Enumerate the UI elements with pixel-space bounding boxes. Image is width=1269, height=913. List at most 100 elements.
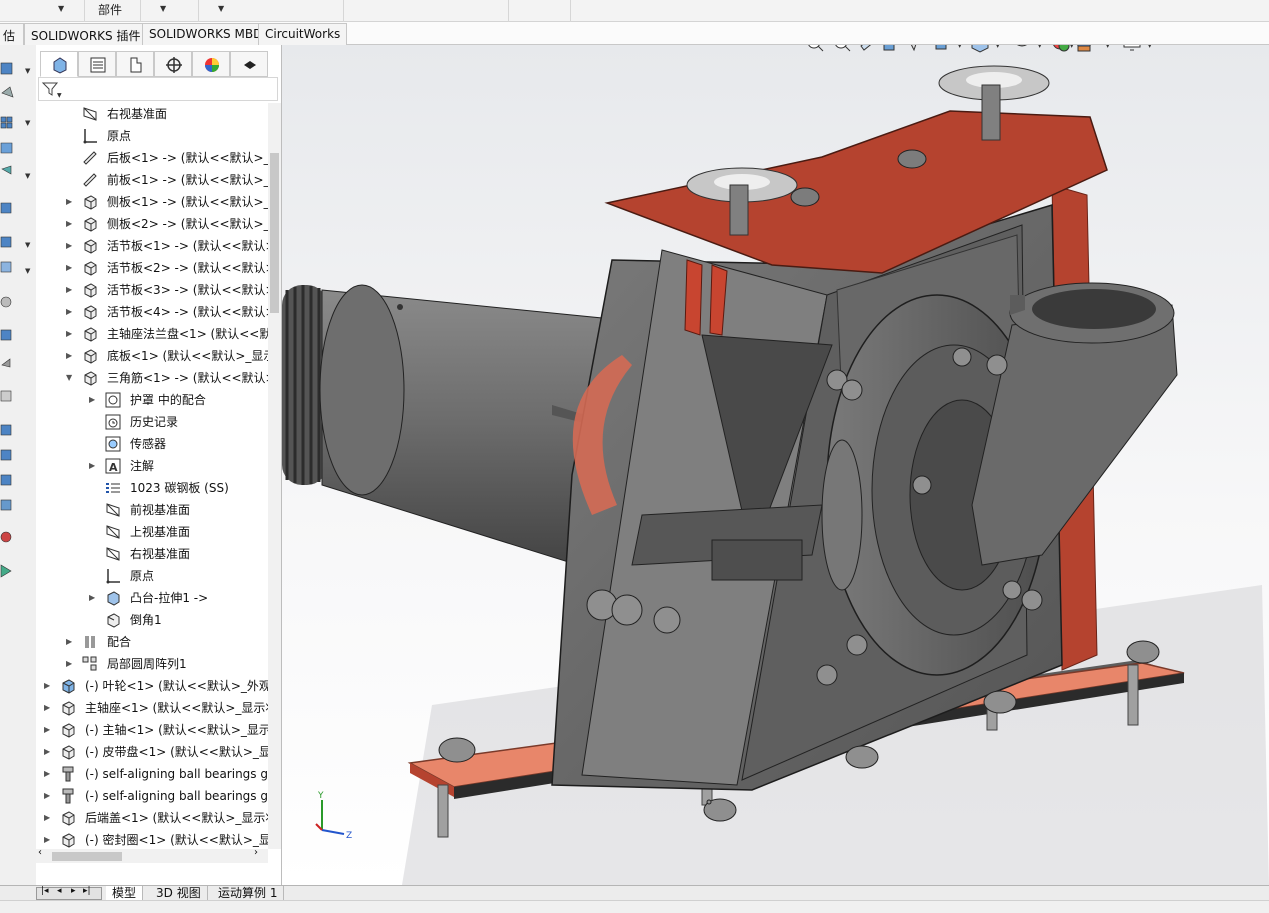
scroll-right-arrow-icon[interactable]: › xyxy=(254,847,258,858)
tool-icon[interactable] xyxy=(0,424,12,436)
tree-row[interactable]: 传感器 xyxy=(36,433,268,455)
tree-vertical-scrollbar[interactable] xyxy=(268,103,281,849)
scroll-left-arrow-icon[interactable]: ‹ xyxy=(38,847,42,858)
tree-row[interactable]: 原点 xyxy=(36,565,268,587)
expand-right-arrow-icon[interactable]: ▶ xyxy=(89,455,95,477)
tree-row[interactable]: 1023 碳钢板 (SS) xyxy=(36,477,268,499)
tree-row[interactable]: ▶ 主轴座法兰盘<1> (默认<<默 xyxy=(36,323,268,345)
tree-row[interactable]: ▶ (-) self-aligning ball bearings gb xyxy=(36,763,268,785)
tree-row[interactable]: 上视基准面 xyxy=(36,521,268,543)
zoom-to-area-icon[interactable] xyxy=(835,45,851,52)
assembly-features-icon[interactable] xyxy=(0,202,12,214)
bill-of-materials-icon[interactable] xyxy=(0,296,12,308)
hide-show-items-icon[interactable] xyxy=(1014,45,1030,47)
expand-right-arrow-icon[interactable]: ▶ xyxy=(66,257,72,279)
prev-tab-arrow-icon[interactable]: ◂ xyxy=(57,886,62,896)
pattern-icon[interactable] xyxy=(0,116,7,123)
tree-row[interactable]: ▶ (-) 叶轮<1> (默认<<默认>_外观 xyxy=(36,675,268,697)
tree-row[interactable]: ▶ 活节板<3> -> (默认<<默认> xyxy=(36,279,268,301)
dropdown-arrow-icon[interactable]: ▼ xyxy=(25,172,31,180)
view-settings-icon[interactable] xyxy=(1123,45,1141,51)
tree-row[interactable]: 历史记录 xyxy=(36,411,268,433)
expand-right-arrow-icon[interactable]: ▶ xyxy=(66,191,72,213)
tab-truncated[interactable]: 估 xyxy=(0,23,24,45)
move-component-icon[interactable] xyxy=(0,142,13,154)
model-render[interactable]: Y Z xyxy=(282,45,1269,885)
tree-row[interactable]: ▶ 底板<1> (默认<<默认>_显示 xyxy=(36,345,268,367)
display-style-icon[interactable] xyxy=(971,45,989,53)
tree-row[interactable]: ▶ 主轴座<1> (默认<<默认>_显示状 xyxy=(36,697,268,719)
expand-right-arrow-icon[interactable]: ▶ xyxy=(44,763,50,785)
tree-row[interactable]: ▶ 活节板<2> -> (默认<<默认> xyxy=(36,257,268,279)
tree-row[interactable]: ▼ 三角筋<1> -> (默认<<默认> xyxy=(36,367,268,389)
tree-row[interactable]: 倒角1 xyxy=(36,609,268,631)
tree-horizontal-scrollbar[interactable]: ‹ › xyxy=(36,847,268,863)
tree-row[interactable]: ▶ 活节板<4> -> (默认<<默认> xyxy=(36,301,268,323)
new-motion-study-icon[interactable] xyxy=(0,261,12,273)
tree-row[interactable]: ▶ (-) 皮带盘<1> (默认<<默认>_显示 xyxy=(36,741,268,763)
tree-row[interactable]: 右视基准面 xyxy=(36,103,268,125)
reference-geometry-icon[interactable] xyxy=(0,236,12,248)
tree-row[interactable]: 右视基准面 xyxy=(36,543,268,565)
heads-up-view-toolbar[interactable]: ▼ ▼ ▼ ▼ ▼ ▼ xyxy=(804,45,1164,58)
tab-configuration-manager[interactable] xyxy=(116,51,154,77)
dropdown-arrow-icon[interactable]: ▼ xyxy=(58,4,64,13)
tab-property-manager[interactable] xyxy=(78,51,116,77)
tree-row[interactable]: ▶ (-) self-aligning ball bearings gb xyxy=(36,785,268,807)
tab-feature-tree[interactable] xyxy=(40,51,78,77)
expand-right-arrow-icon[interactable]: ▶ xyxy=(66,323,72,345)
tab-cam-manager[interactable] xyxy=(230,51,268,77)
expand-right-arrow-icon[interactable]: ▶ xyxy=(66,235,72,257)
expand-right-arrow-icon[interactable]: ▶ xyxy=(44,829,50,849)
expand-right-arrow-icon[interactable]: ▶ xyxy=(44,719,50,741)
left-toolbar-icons[interactable]: ▼ ▼ ▼ ▼ ▼ xyxy=(0,45,36,605)
tab-motion-study-1[interactable]: 运动算例 1 xyxy=(212,886,285,901)
tree-row[interactable]: ▶ 配合 xyxy=(36,631,268,653)
tab-model[interactable]: 模型 xyxy=(106,886,144,901)
expand-right-arrow-icon[interactable]: ▶ xyxy=(44,785,50,807)
edit-appearance-icon[interactable] xyxy=(1053,45,1070,52)
tree-row[interactable]: ▶ 侧板<2> -> (默认<<默认>_显 xyxy=(36,213,268,235)
zoom-to-fit-icon[interactable] xyxy=(808,45,824,52)
tool-icon[interactable] xyxy=(0,449,12,461)
first-tab-arrow-icon[interactable]: |◂ xyxy=(41,886,49,896)
tree-row[interactable]: 前视基准面 xyxy=(36,499,268,521)
tool-icon[interactable] xyxy=(0,564,12,578)
instant3d-icon[interactable] xyxy=(1,358,11,368)
section-view-icon[interactable] xyxy=(883,45,895,51)
last-tab-arrow-icon[interactable]: ▸| xyxy=(83,886,91,896)
tool-icon[interactable] xyxy=(0,499,12,511)
previous-view-icon[interactable] xyxy=(860,45,874,51)
expand-right-arrow-icon[interactable]: ▶ xyxy=(66,301,72,323)
tree-row[interactable]: ▶ 活节板<1> -> (默认<<默认> xyxy=(36,235,268,257)
dynamic-annotation-icon[interactable] xyxy=(908,45,918,52)
expand-right-arrow-icon[interactable]: ▶ xyxy=(89,587,95,609)
expand-right-arrow-icon[interactable]: ▶ xyxy=(66,653,72,675)
show-hidden-icon[interactable] xyxy=(1,165,12,175)
tree-row[interactable]: 原点 xyxy=(36,125,268,147)
tab-3d-view[interactable]: 3D 视图 xyxy=(150,886,208,901)
expand-right-arrow-icon[interactable]: ▶ xyxy=(44,807,50,829)
tab-scroll-arrows[interactable]: |◂ ◂ ▸ ▸| xyxy=(36,886,102,900)
scroll-thumb[interactable] xyxy=(270,153,279,313)
exploded-view-icon[interactable] xyxy=(0,329,12,341)
expand-right-arrow-icon[interactable]: ▶ xyxy=(44,675,50,697)
tab-display-manager[interactable] xyxy=(192,51,230,77)
tree-row[interactable]: ▶ 侧板<1> -> (默认<<默认>_显 xyxy=(36,191,268,213)
tree-filter-box[interactable]: ▼ xyxy=(38,77,278,101)
next-tab-arrow-icon[interactable]: ▸ xyxy=(71,886,76,896)
tree-row[interactable]: 前板<1> -> (默认<<默认>_显 xyxy=(36,169,268,191)
tab-solidworks-addins[interactable]: SOLIDWORKS 插件 xyxy=(24,23,148,45)
expand-right-arrow-icon[interactable]: ▶ xyxy=(66,631,72,653)
dropdown-arrow-icon[interactable]: ▼ xyxy=(160,4,166,13)
expand-right-arrow-icon[interactable]: ▶ xyxy=(66,213,72,235)
tree-row[interactable]: 后板<1> -> (默认<<默认>_显 xyxy=(36,147,268,169)
tool-icon[interactable] xyxy=(0,531,12,543)
view-orientation-icon[interactable] xyxy=(935,45,947,50)
expand-right-arrow-icon[interactable]: ▶ xyxy=(44,697,50,719)
filter-icon[interactable]: ▼ xyxy=(39,78,63,100)
tab-circuitworks[interactable]: CircuitWorks xyxy=(258,23,348,45)
dropdown-arrow-icon[interactable]: ▼ xyxy=(25,119,31,127)
dropdown-arrow-icon[interactable]: ▼ xyxy=(25,267,31,275)
ribbon-part-label[interactable]: 部件 xyxy=(98,1,122,18)
